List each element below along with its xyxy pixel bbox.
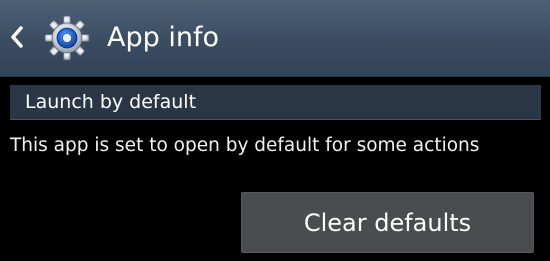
- back-button[interactable]: [4, 14, 36, 60]
- section-header: Launch by default: [10, 85, 541, 120]
- section-header-label: Launch by default: [25, 91, 197, 113]
- settings-gear-icon: [44, 15, 90, 61]
- page-title: App info: [107, 22, 219, 53]
- chevron-left-icon: [11, 26, 23, 48]
- section-description: This app is set to open by default for s…: [10, 135, 480, 156]
- clear-defaults-button[interactable]: Clear defaults: [241, 192, 534, 253]
- action-bar: App info: [0, 0, 550, 77]
